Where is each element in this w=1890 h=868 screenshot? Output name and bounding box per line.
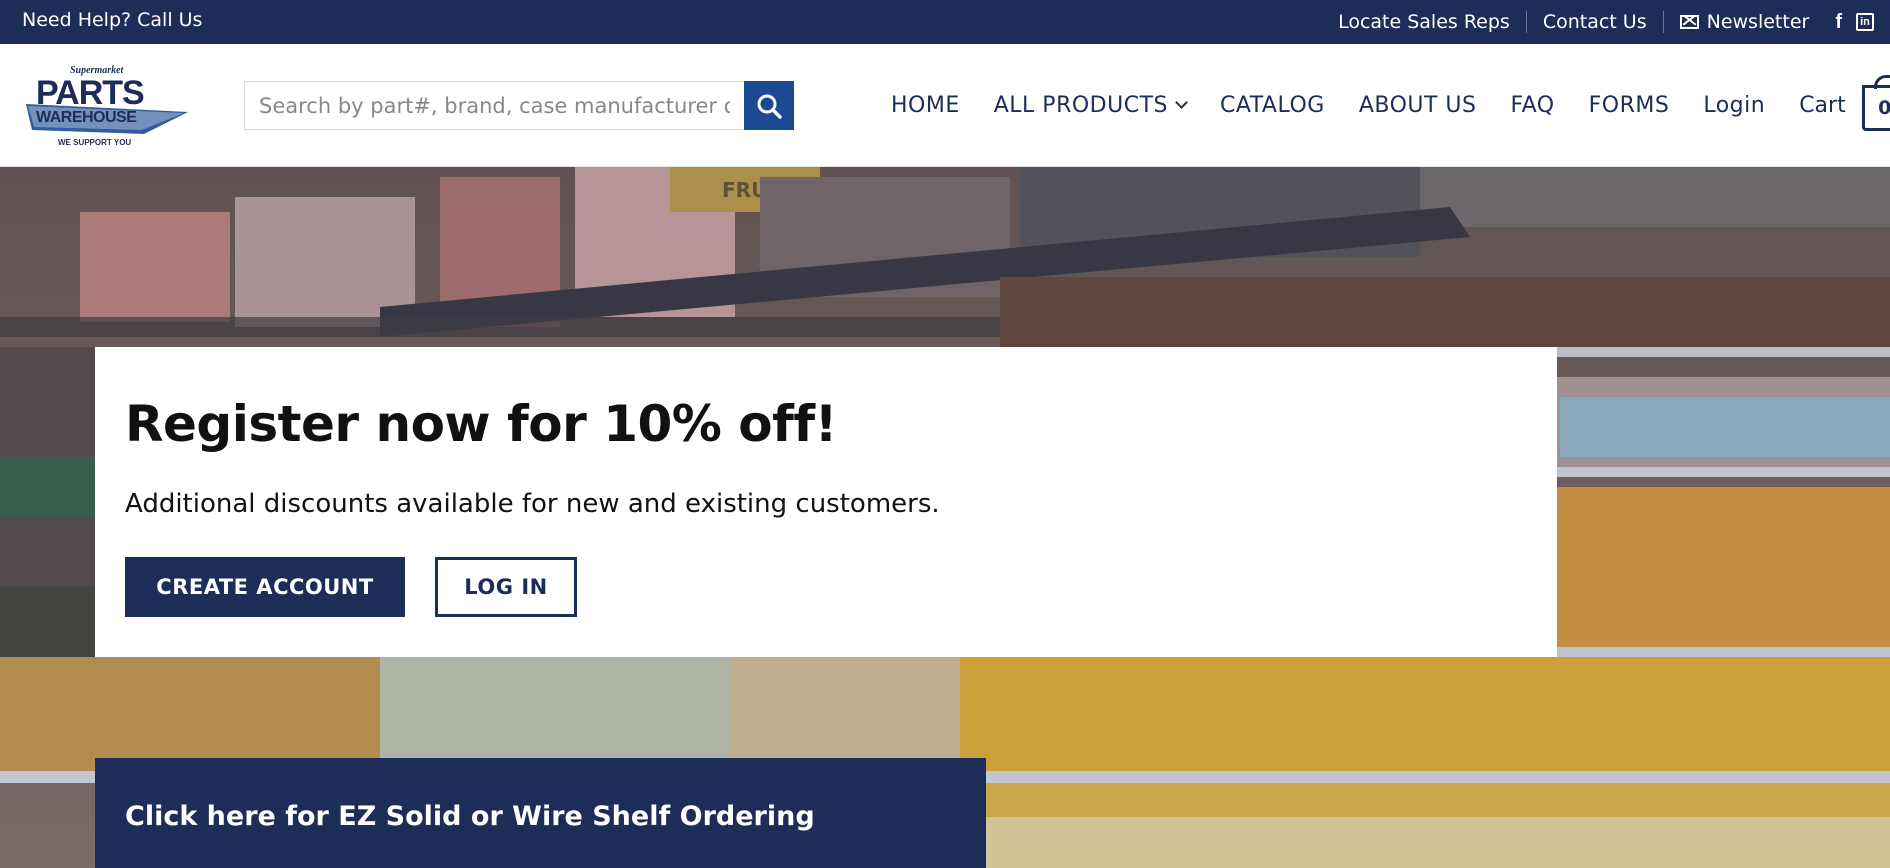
logo-parts: PARTS [36,74,144,112]
cart-label: Cart [1799,93,1846,118]
cart-bag-icon: 0 [1861,74,1890,131]
promo-card: Register now for 10% off! Additional dis… [95,347,1557,657]
help-link[interactable]: Need Help? Call Us [22,0,202,44]
ez-shelf-ordering-link[interactable]: Click here for EZ Solid or Wire Shelf Or… [125,801,815,832]
mail-icon [1679,15,1699,29]
site-header: Supermarket PARTS WAREHOUSE WE SUPPORT Y… [0,44,1890,167]
top-bar-links: Locate Sales Reps Contact Us Newsletter … [1322,0,1890,44]
nav-forms[interactable]: FORMS [1589,93,1670,118]
site-logo[interactable]: Supermarket PARTS WAREHOUSE WE SUPPORT Y… [24,64,189,150]
log-in-button[interactable]: LOG IN [435,557,577,617]
cart-count: 0 [1878,96,1890,119]
chevron-down-icon [1175,96,1188,109]
nav-all-products[interactable]: ALL PRODUCTS [993,93,1188,118]
nav-login[interactable]: Login [1703,93,1765,118]
promo-headline: Register now for 10% off! [125,395,837,453]
nav-home[interactable]: HOME [891,93,960,118]
create-account-button[interactable]: CREATE ACCOUNT [125,557,405,617]
cart-link[interactable]: Cart 0 [1799,74,1890,131]
nav-all-products-label: ALL PRODUCTS [993,93,1168,118]
newsletter-link[interactable]: Newsletter [1664,11,1826,33]
facebook-icon[interactable]: f [1835,11,1842,34]
nav-catalog[interactable]: CATALOG [1220,93,1325,118]
search-input[interactable] [244,81,744,130]
locate-sales-reps-link[interactable]: Locate Sales Reps [1322,0,1526,44]
logo-warehouse: WAREHOUSE [36,109,137,126]
contact-us-link[interactable]: Contact Us [1527,0,1663,44]
social-links: f in [1825,11,1890,34]
ez-shelf-ordering-banner[interactable]: Click here for EZ Solid or Wire Shelf Or… [95,758,986,868]
search-icon [757,94,782,119]
nav-about-us[interactable]: ABOUT US [1359,93,1477,118]
linkedin-icon[interactable]: in [1856,13,1874,31]
hero-banner: FRUITS R [0,167,1890,868]
search-bar [244,81,794,130]
nav-faq[interactable]: FAQ [1511,93,1555,118]
promo-subtext: Additional discounts available for new a… [125,489,940,519]
main-nav: HOME ALL PRODUCTS CATALOG ABOUT US FAQ F… [891,44,1890,167]
newsletter-label: Newsletter [1706,11,1810,33]
logo-tagline: WE SUPPORT YOU [58,138,131,147]
top-bar: Need Help? Call Us Locate Sales Reps Con… [0,0,1890,44]
search-button[interactable] [744,81,794,130]
